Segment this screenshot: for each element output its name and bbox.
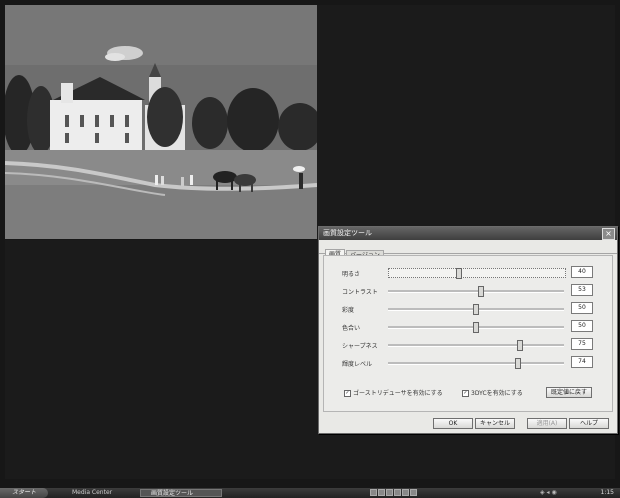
- start-button[interactable]: スタート: [0, 488, 48, 498]
- ghost-reducer-label: ゴーストリデューサを有効にする: [353, 390, 443, 397]
- slider-row-hue: 色合い 50: [324, 320, 612, 334]
- ghost-reducer-checkbox-row[interactable]: ✓ ゴーストリデューサを有効にする: [344, 388, 443, 397]
- app-icon[interactable]: [394, 489, 401, 496]
- apply-button[interactable]: 適用(A): [527, 418, 567, 429]
- video-preview-bottom-left: [5, 240, 317, 479]
- brightness-slider-thumb[interactable]: [456, 268, 463, 279]
- image-quality-dialog: 画質設定ツール × 画質バージョン 明るさ 40 コントラスト 53 彩度 50…: [318, 226, 618, 434]
- brightness-slider[interactable]: [388, 268, 566, 279]
- dialog-titlebar[interactable]: 画質設定ツール ×: [319, 227, 617, 240]
- slider-row-contrast: コントラスト 53: [324, 284, 612, 298]
- church-landscape-photo: [5, 5, 317, 239]
- 3dyc-checkbox-row[interactable]: ✓ 3DYCを有効にする: [462, 388, 523, 397]
- sharpness-value-field[interactable]: 75: [571, 338, 593, 350]
- luminance-level-label: 輝度レベル: [342, 361, 373, 368]
- reset-defaults-button[interactable]: 既定値に戻す: [546, 387, 592, 398]
- sharpness-label: シャープネス: [342, 343, 378, 350]
- app-icon[interactable]: [370, 489, 377, 496]
- quick-launch-icons: [370, 489, 418, 497]
- system-tray-icons: ◈ ◂ ◉: [540, 488, 557, 498]
- help-button[interactable]: ヘルプ: [569, 418, 609, 429]
- saturation-slider[interactable]: [388, 304, 564, 315]
- close-button[interactable]: ×: [602, 228, 615, 240]
- dialog-title: 画質設定ツール: [323, 229, 372, 237]
- contrast-slider-thumb[interactable]: [478, 286, 485, 297]
- slider-row-saturation: 彩度 50: [324, 302, 612, 316]
- slider-row-sharpness: シャープネス 75: [324, 338, 612, 352]
- cancel-button[interactable]: キャンセル: [475, 418, 515, 429]
- contrast-label: コントラスト: [342, 289, 378, 296]
- video-preview-top-right: [317, 5, 615, 239]
- brightness-label: 明るさ: [342, 271, 361, 278]
- ghost-reducer-checkbox[interactable]: ✓: [344, 390, 351, 397]
- contrast-value-field[interactable]: 53: [571, 284, 593, 296]
- app-icon[interactable]: [386, 489, 393, 496]
- saturation-value-field[interactable]: 50: [571, 302, 593, 314]
- taskbar-clock[interactable]: 1:15: [601, 488, 614, 498]
- saturation-slider-thumb[interactable]: [473, 304, 479, 315]
- settings-panel: 明るさ 40 コントラスト 53 彩度 50 色合い 50 シャープネス 75 …: [323, 255, 613, 412]
- video-preview-top-left: [5, 5, 317, 239]
- hue-label: 色合い: [342, 325, 361, 332]
- app-icon[interactable]: [378, 489, 385, 496]
- 3dyc-label: 3DYCを有効にする: [471, 390, 523, 397]
- sharpness-slider[interactable]: [388, 340, 564, 351]
- hue-slider-thumb[interactable]: [473, 322, 479, 333]
- network-icon[interactable]: ◈: [540, 489, 545, 496]
- luminance-level-value-field[interactable]: 74: [571, 356, 593, 368]
- luminance-level-slider[interactable]: [388, 358, 564, 369]
- slider-row-brightness: 明るさ 40: [324, 266, 612, 280]
- tray-app-icon[interactable]: ◉: [551, 489, 556, 496]
- contrast-slider[interactable]: [388, 286, 564, 297]
- hue-value-field[interactable]: 50: [571, 320, 593, 332]
- 3dyc-checkbox[interactable]: ✓: [462, 390, 469, 397]
- volume-icon[interactable]: ◂: [547, 489, 550, 496]
- saturation-label: 彩度: [342, 307, 355, 314]
- luminance-level-slider-thumb[interactable]: [515, 358, 522, 369]
- taskbar: スタート Media Center 画質設定ツール ◈ ◂ ◉ 1:15: [0, 488, 620, 498]
- taskbar-item-media-center[interactable]: Media Center: [62, 489, 132, 497]
- dialog-tabs: 画質バージョン: [319, 242, 617, 261]
- sharpness-slider-thumb[interactable]: [517, 340, 523, 351]
- slider-row-luminance-level: 輝度レベル 74: [324, 356, 612, 370]
- app-icon[interactable]: [410, 489, 417, 496]
- hue-slider[interactable]: [388, 322, 564, 333]
- ok-button[interactable]: OK: [433, 418, 473, 429]
- brightness-value-field[interactable]: 40: [571, 266, 593, 278]
- taskbar-item-quality-tool[interactable]: 画質設定ツール: [140, 489, 222, 497]
- app-icon[interactable]: [402, 489, 409, 496]
